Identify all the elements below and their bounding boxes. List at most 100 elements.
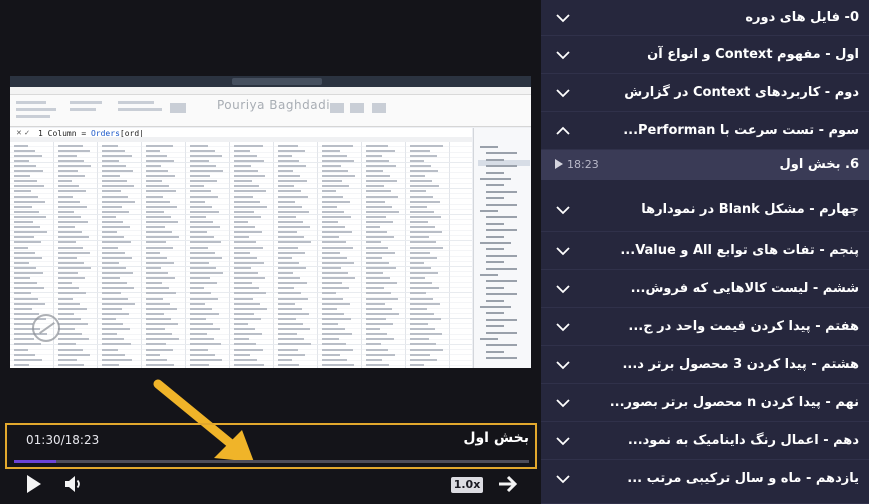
chevron-down-icon[interactable] [555,49,571,61]
table-cell [102,353,125,356]
chevron-down-icon[interactable] [555,435,571,447]
table-cell [14,144,28,147]
table-cell [190,200,205,203]
table-cell [278,175,300,178]
field-entry [486,197,504,200]
sidebar-item-section-9[interactable]: نهم - پیدا کردن n محصول برتر بصور... [541,384,869,422]
table-cell [58,261,84,264]
table-cell [410,185,439,188]
table-cell [278,149,305,152]
table-cell [278,358,292,361]
table-cell [102,170,133,172]
sidebar-item-label: هشتم - پیدا کردن 3 محصول برتر د... [622,357,859,372]
field-entry [480,178,511,180]
chevron-down-icon[interactable] [555,359,571,371]
table-cell [58,323,88,325]
table-cell [410,246,443,249]
table-cell [102,358,132,361]
table-cell [234,205,267,208]
video-player[interactable]: Pouriya Baghdadi ✕ ✓ 1 Column = Orders[o… [0,0,541,504]
sidebar-item-section-2[interactable]: دوم - کاربردهای Context در گزارش [541,74,869,112]
next-arrow-icon[interactable] [497,474,519,494]
sidebar-item-section-1[interactable]: اول - مفهوم Context و انواع آن [541,36,869,74]
table-cell [410,180,432,183]
volume-icon[interactable] [64,474,82,494]
table-cell [366,328,380,331]
table-cell [410,251,430,254]
lesson-item-active[interactable]: 18:23 6. بخش اول [541,150,869,180]
table-cell [410,312,434,315]
table-cell [58,221,88,223]
table-cell [14,287,44,290]
table-cell [278,302,295,305]
table-cell [146,323,178,325]
sidebar-item-section-5[interactable]: پنجم - تفات های توابع All و Value... [541,232,869,270]
table-cell [190,266,216,269]
table-cell [58,226,75,229]
table-cell [146,297,163,300]
table-cell [14,353,35,356]
table-cell [278,282,307,285]
sidebar-item-section-6[interactable]: ششم - لیست کالاهایی که فروش... [541,270,869,308]
table-cell [146,338,179,341]
table-cell [278,221,303,223]
chevron-up-icon[interactable] [555,125,571,137]
table-cell [190,185,204,188]
table-cell [58,282,72,285]
table-cell [278,226,310,229]
table-cell [58,246,83,249]
table-cell [14,272,43,274]
table-cell [234,343,256,346]
table-cell [322,338,339,341]
table-cell [58,348,83,351]
seek-bar[interactable] [14,460,529,463]
playback-speed-button[interactable]: 1.0x [451,477,483,493]
field-entry [486,299,504,302]
table-cell [234,185,259,188]
table-cell [234,159,264,162]
chevron-down-icon[interactable] [555,397,571,409]
chevron-down-icon[interactable] [555,12,571,24]
sidebar-item-section-7[interactable]: هفتم - پیدا کردن قیمت واحد در ج... [541,308,869,346]
table-cell [322,297,343,300]
chevron-down-icon[interactable] [555,321,571,333]
sidebar-item-section-8[interactable]: هشتم - پیدا کردن 3 محصول برتر د... [541,346,869,384]
chapter-title: بخش اول [463,430,529,446]
sidebar-item-section-3[interactable]: سوم - تست سرعت با Performan... [541,112,869,150]
chevron-down-icon[interactable] [555,473,571,485]
video-frame[interactable]: Pouriya Baghdadi ✕ ✓ 1 Column = Orders[o… [10,76,531,368]
table-cell [366,246,388,249]
sidebar-item-course-files[interactable]: 0- فایل های دوره [541,0,869,36]
table-cell [190,164,216,167]
table-cell [234,226,255,229]
table-cell [410,358,437,361]
field-entry [486,350,504,353]
table-cell [278,210,309,213]
table-cell [14,205,32,208]
table-cell [278,205,302,208]
play-button[interactable] [27,475,41,493]
table-cell [14,312,39,315]
table-cell [410,323,428,325]
table-cell [146,241,166,244]
chevron-down-icon[interactable] [555,245,571,257]
table-cell [322,205,337,208]
sidebar-item-label: دهم - اعمال رنگ داینامیک به نمود... [627,433,859,448]
chevron-down-icon[interactable] [555,283,571,295]
table-cell [14,338,34,341]
table-cell [278,333,297,336]
sidebar-item-section-11[interactable]: یازدهم - ماه و سال ترکیبی مرتب ... [541,460,869,504]
table-cell [190,333,207,336]
sidebar-item-section-10[interactable]: دهم - اعمال رنگ داینامیک به نمود... [541,422,869,460]
chevron-down-icon[interactable] [555,87,571,99]
table-cell [102,323,123,325]
chevron-down-icon[interactable] [555,204,571,216]
table-cell [234,200,260,203]
table-cell [102,302,135,305]
table-cell [102,164,126,167]
table-cell [190,236,214,239]
table-cell [14,358,42,361]
sidebar-item-section-4[interactable]: چهارم - مشکل Blank در نمودارها [541,188,869,232]
play-icon [555,159,563,169]
table-cell [278,256,292,259]
